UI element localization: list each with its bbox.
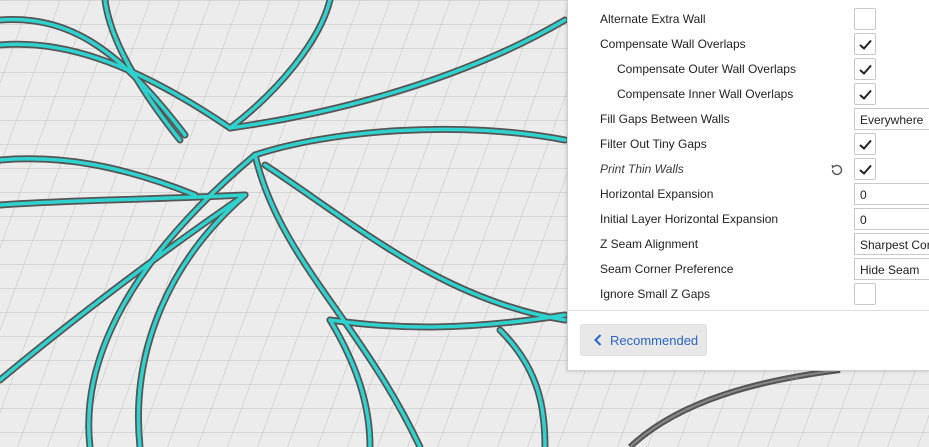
setting-horizontal-expansion: Horizontal Expansion 0	[568, 182, 929, 207]
z-seam-alignment-select[interactable]: Sharpest Corner	[854, 233, 929, 255]
compensate-wall-overlaps-checkbox[interactable]	[854, 33, 876, 55]
checkmark-icon	[859, 64, 872, 75]
setting-ignore-small-z-gaps: Ignore Small Z Gaps	[568, 282, 929, 307]
setting-label: Compensate Inner Wall Overlaps	[617, 87, 794, 101]
checkmark-icon	[859, 164, 872, 175]
setting-compensate-outer-wall-overlaps: Compensate Outer Wall Overlaps	[568, 57, 929, 82]
checkmark-icon	[859, 89, 872, 100]
setting-label: Horizontal Expansion	[600, 187, 714, 201]
setting-label: Fill Gaps Between Walls	[600, 112, 730, 126]
setting-label: Ignore Small Z Gaps	[600, 287, 711, 301]
print-thin-walls-checkbox[interactable]	[854, 158, 876, 180]
recommended-button-label: Recommended	[610, 333, 699, 348]
custom-settings-panel: Alternate Extra Wall Compensate Wall Ove…	[567, 0, 929, 380]
setting-filter-out-tiny-gaps: Filter Out Tiny Gaps	[568, 132, 929, 157]
compensate-inner-wall-overlaps-checkbox[interactable]	[854, 83, 876, 105]
setting-label: Compensate Wall Overlaps	[600, 37, 746, 51]
setting-label: Initial Layer Horizontal Expansion	[600, 212, 779, 226]
drag-handle-icon[interactable]	[785, 367, 805, 380]
setting-seam-corner-preference: Seam Corner Preference Hide Seam	[568, 257, 929, 282]
setting-compensate-wall-overlaps: Compensate Wall Overlaps	[568, 32, 929, 57]
setting-label: Z Seam Alignment	[600, 237, 699, 251]
compensate-outer-wall-overlaps-checkbox[interactable]	[854, 58, 876, 80]
recommended-button[interactable]: Recommended	[580, 324, 707, 356]
filter-out-tiny-gaps-checkbox[interactable]	[854, 133, 876, 155]
setting-print-thin-walls: Print Thin Walls	[568, 157, 929, 182]
checkmark-icon	[859, 39, 872, 50]
setting-label: Filter Out Tiny Gaps	[600, 137, 707, 151]
setting-label: Seam Corner Preference	[600, 262, 734, 276]
setting-label: Compensate Outer Wall Overlaps	[617, 62, 796, 76]
setting-label: Alternate Extra Wall	[600, 12, 706, 26]
panel-divider	[568, 310, 929, 311]
alternate-extra-wall-checkbox[interactable]	[854, 8, 876, 30]
setting-label: Print Thin Walls	[600, 162, 684, 176]
horizontal-expansion-input[interactable]: 0	[854, 183, 929, 205]
setting-z-seam-alignment: Z Seam Alignment Sharpest Corner	[568, 232, 929, 257]
chevron-left-icon	[594, 334, 602, 346]
fill-gaps-between-walls-select[interactable]: Everywhere	[854, 108, 929, 130]
reset-icon[interactable]	[829, 162, 845, 178]
setting-initial-layer-horizontal-expansion: Initial Layer Horizontal Expansion 0	[568, 207, 929, 232]
checkmark-icon	[859, 139, 872, 150]
seam-corner-preference-select[interactable]: Hide Seam	[854, 258, 929, 280]
ignore-small-z-gaps-checkbox[interactable]	[854, 283, 876, 305]
setting-alternate-extra-wall: Alternate Extra Wall	[568, 7, 929, 32]
setting-compensate-inner-wall-overlaps: Compensate Inner Wall Overlaps	[568, 82, 929, 107]
initial-layer-horizontal-expansion-input[interactable]: 0	[854, 208, 929, 230]
setting-fill-gaps-between-walls: Fill Gaps Between Walls Everywhere	[568, 107, 929, 132]
